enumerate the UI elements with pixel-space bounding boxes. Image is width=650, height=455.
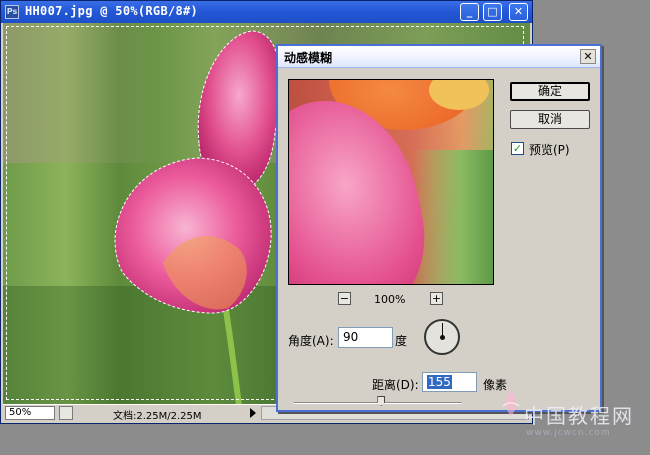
angle-input[interactable]: 90 <box>338 327 393 348</box>
angle-unit: 度 <box>395 334 408 348</box>
document-info: 文档:2.25M/2.25M <box>113 411 202 422</box>
preview-checkbox[interactable]: ✓ <box>511 142 524 155</box>
preview-checkbox-label[interactable]: 预览(P) <box>529 141 570 158</box>
cancel-button[interactable]: 取消 <box>510 110 590 129</box>
zoom-out-button[interactable]: − <box>338 292 351 305</box>
angle-label: 角度(A): <box>288 334 334 348</box>
close-button[interactable]: ✕ <box>509 3 528 21</box>
angle-dial-center <box>440 335 445 340</box>
dialog-close-icon[interactable]: ✕ <box>580 49 596 64</box>
dialog-title: 动感模糊 <box>284 51 333 65</box>
status-menu-icon[interactable] <box>59 406 73 420</box>
watermark-logo-icon <box>502 390 520 416</box>
preview-green-background <box>413 150 493 284</box>
distance-input[interactable]: 155 <box>422 372 477 392</box>
document-title: HH007.jpg @ 50%(RGB/8#) <box>25 4 199 18</box>
filter-preview[interactable] <box>288 79 494 285</box>
watermark-text: 中国教程网 <box>524 404 634 428</box>
document-titlebar[interactable]: Ps HH007.jpg @ 50%(RGB/8#) _ □ ✕ <box>1 1 532 23</box>
zoom-in-button[interactable]: + <box>430 292 443 305</box>
angle-dial-icon[interactable] <box>424 319 460 355</box>
zoom-field[interactable]: 50% <box>5 406 55 420</box>
distance-value: 155 <box>427 375 452 389</box>
photoshop-icon: Ps <box>5 5 19 19</box>
checkbox-check-icon: ✓ <box>512 142 523 155</box>
motion-blur-dialog: 动感模糊 ✕ − 100% + 确定 取消 ✓ 预览(P) 角度(A): 90 … <box>276 44 602 412</box>
maximize-button[interactable]: □ <box>483 3 502 21</box>
ok-button[interactable]: 确定 <box>510 82 590 101</box>
dialog-titlebar[interactable]: 动感模糊 ✕ <box>278 46 600 68</box>
preview-zoom-level: 100% <box>374 293 406 306</box>
status-arrow-icon[interactable] <box>250 408 256 418</box>
distance-slider-thumb[interactable] <box>377 396 386 406</box>
watermark-url: www.jcwcn.com <box>526 428 611 438</box>
minimize-button[interactable]: _ <box>460 3 479 21</box>
distance-label: 距离(D): <box>372 378 419 392</box>
